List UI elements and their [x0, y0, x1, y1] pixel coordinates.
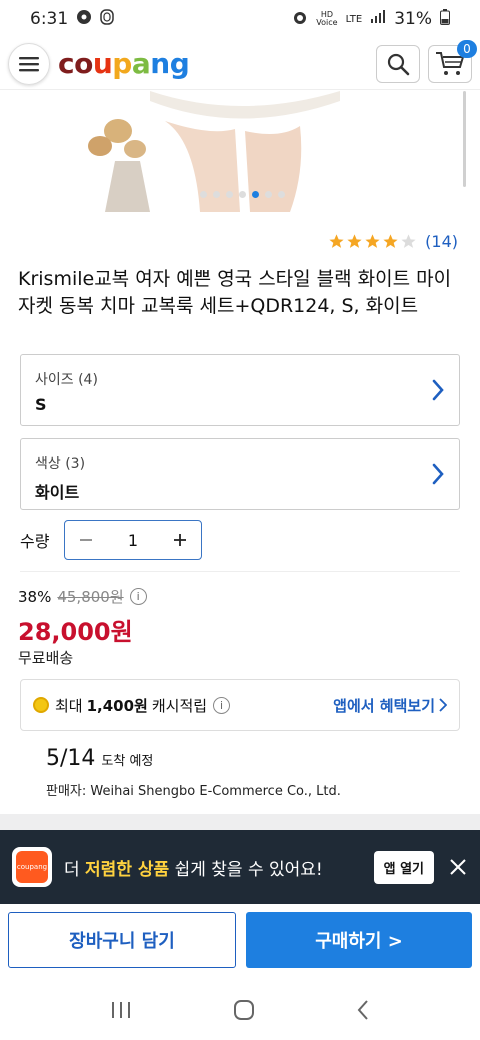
chevron-right-icon: [432, 379, 444, 401]
banner-message: 더 저렴한 상품 쉽게 찾을 수 있어요!: [64, 855, 323, 880]
status-bar: 6:31 HD Voice LTE 31%: [0, 0, 480, 38]
banner-text-before: 더: [64, 859, 80, 880]
coupang-logo[interactable]: coupang: [58, 47, 190, 80]
banner-highlight: 저렴한 상품: [85, 859, 170, 880]
divider: [20, 571, 460, 572]
home-icon[interactable]: [233, 999, 255, 1025]
delivery-label: 도착 예정: [101, 754, 154, 769]
status-time: 6:31: [30, 9, 69, 29]
logo-letter: u: [92, 47, 113, 80]
size-option[interactable]: 사이즈 (4) S: [20, 354, 460, 426]
quantity-value[interactable]: 1: [128, 531, 138, 550]
sale-price: 28,000원: [18, 618, 133, 646]
review-count[interactable]: (14): [425, 232, 458, 251]
logo-letter: a: [131, 47, 151, 80]
star-icon: [401, 234, 416, 248]
gallery-dots: [200, 191, 285, 198]
logo-letter: n: [150, 47, 170, 80]
info-icon[interactable]: i: [213, 696, 231, 714]
purchase-action-bar: 장바구니 담기 구매하기 >: [0, 912, 480, 972]
aperture-icon: [76, 9, 92, 30]
gallery-dot[interactable]: [278, 191, 285, 198]
chevron-right-icon: [432, 463, 444, 485]
star-icon: [383, 234, 398, 248]
option-label: 사이즈 (4): [35, 372, 98, 388]
quantity-label: 수량: [20, 532, 50, 551]
coupang-app-icon: coupang: [12, 847, 52, 887]
menu-button[interactable]: [8, 42, 50, 85]
recent-apps-icon[interactable]: [110, 1000, 132, 1024]
gallery-dot[interactable]: [239, 191, 246, 198]
gallery-dot[interactable]: [213, 191, 220, 198]
option-label: 색상 (3): [35, 456, 86, 472]
quantity-stepper: 1: [64, 520, 202, 560]
product-title: Krismile교복 여자 예쁜 영국 스타일 블랙 화이트 마이 자켓 동복 …: [18, 268, 452, 317]
logo-letter: o: [74, 47, 93, 80]
lte-icon: LTE: [345, 13, 363, 25]
plus-icon: [174, 534, 186, 546]
fingerprint-icon: [100, 8, 114, 30]
open-app-button[interactable]: 앱 열기: [373, 850, 434, 884]
cash-amount: 1,400원: [86, 696, 148, 715]
search-icon: [387, 53, 410, 75]
search-button[interactable]: [376, 44, 420, 83]
add-to-cart-button[interactable]: 장바구니 담기: [8, 912, 236, 968]
minus-icon: [80, 539, 92, 541]
back-icon[interactable]: [356, 999, 370, 1025]
option-value: S: [35, 395, 47, 414]
cart-count-badge: 0: [457, 39, 477, 58]
signal-icon: [370, 9, 386, 29]
section-separator: [0, 814, 480, 830]
discount-rate: 38%: [18, 587, 52, 606]
product-image[interactable]: [0, 91, 480, 212]
logo-letter: p: [112, 47, 132, 80]
coin-icon: [33, 697, 49, 713]
cash-prefix: 최대: [55, 696, 83, 715]
star-icon: [329, 234, 344, 248]
gallery-dot[interactable]: [265, 191, 272, 198]
cash-reward-box: 최대 1,400원 캐시적립 i 앱에서 혜택보기: [20, 679, 460, 731]
delivery-estimate: 5/14 도착 예정: [46, 746, 153, 771]
original-price: 45,800원: [57, 588, 124, 606]
cart-button[interactable]: 0: [428, 39, 477, 83]
close-icon: [450, 859, 466, 875]
hamburger-icon: [19, 56, 39, 71]
shipping-info: 무료배송: [18, 649, 74, 667]
logo-letter: c: [58, 47, 75, 80]
color-option[interactable]: 색상 (3) 화이트: [20, 438, 460, 510]
buy-now-button[interactable]: 구매하기 >: [246, 912, 472, 968]
star-icon: [347, 234, 362, 248]
gallery-dot[interactable]: [226, 191, 233, 198]
quantity-row: 수량 1: [20, 520, 202, 560]
info-icon[interactable]: i: [129, 588, 147, 605]
discount-row: 38% 45,800원 i: [18, 586, 147, 607]
delivery-date: 5/14: [46, 746, 96, 771]
gallery-dot[interactable]: [200, 191, 207, 198]
chevron-right-icon: [439, 698, 447, 712]
app-benefit-label: 앱에서 혜택보기: [333, 696, 435, 715]
alarm-icon: [292, 9, 308, 30]
gallery-dot[interactable]: [252, 191, 259, 198]
hd-voice-icon: HD Voice: [316, 10, 338, 27]
app-header: coupang 0: [0, 38, 480, 90]
rating[interactable]: (14): [328, 232, 458, 251]
option-value: 화이트: [35, 483, 80, 502]
rating-stars: [328, 233, 417, 250]
app-benefit-link[interactable]: 앱에서 혜택보기: [333, 695, 447, 716]
scrollbar: [463, 91, 466, 187]
system-nav-bar: [0, 984, 480, 1040]
app-icon-text: coupang: [16, 851, 48, 883]
logo-letter: g: [169, 47, 190, 80]
decrease-button[interactable]: [73, 527, 99, 553]
battery-level: 31%: [394, 9, 432, 29]
star-icon: [365, 234, 380, 248]
battery-icon: [440, 8, 450, 30]
close-banner-button[interactable]: [448, 857, 468, 877]
cash-suffix: 캐시적립: [151, 696, 208, 715]
banner-text-after: 쉽게 찾을 수 있어요!: [174, 859, 323, 880]
seller-info: 판매자: Weihai Shengbo E-Commerce Co., Ltd.: [46, 784, 341, 799]
increase-button[interactable]: [167, 527, 193, 553]
app-install-banner: coupang 더 저렴한 상품 쉽게 찾을 수 있어요! 앱 열기: [0, 830, 480, 904]
